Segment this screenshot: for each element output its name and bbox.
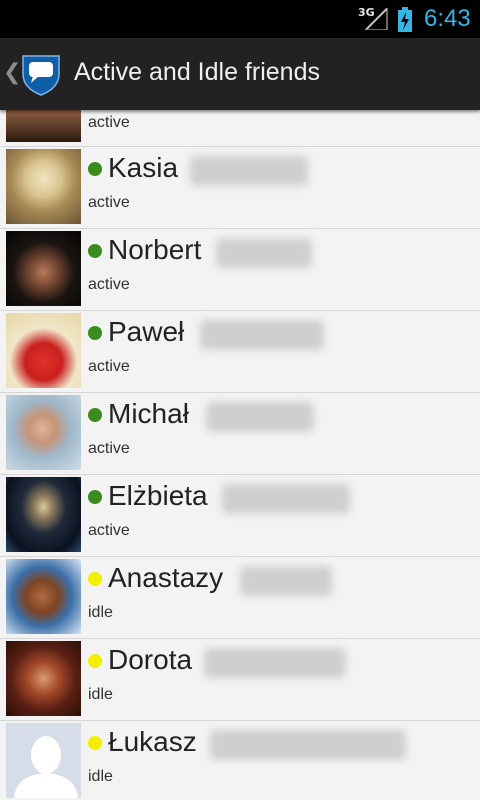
- list-item[interactable]: Kasia active: [0, 146, 480, 229]
- active-dot: [88, 244, 102, 258]
- idle-dot: [88, 572, 102, 586]
- blurred-surname: [204, 648, 346, 678]
- list-item[interactable]: Dorota idle: [0, 638, 480, 721]
- list-item[interactable]: Michał active: [0, 392, 480, 475]
- avatar: [6, 723, 81, 798]
- active-dot: [88, 326, 102, 340]
- avatar: [6, 231, 81, 306]
- avatar: [6, 559, 81, 634]
- friend-status: active: [88, 114, 130, 131]
- blurred-surname: [210, 730, 406, 760]
- list-item[interactable]: Anastazy idle: [0, 556, 480, 639]
- friend-status: active: [88, 194, 130, 211]
- status-bar: 3G 6:43: [0, 0, 480, 38]
- idle-dot: [88, 654, 102, 668]
- avatar: [6, 110, 81, 142]
- friend-status: idle: [88, 686, 113, 703]
- blurred-surname: [200, 320, 324, 350]
- friend-name: Anastazy: [108, 562, 224, 593]
- friend-status: active: [88, 358, 130, 375]
- list-item[interactable]: Elżbieta active: [0, 474, 480, 557]
- active-dot: [88, 162, 102, 176]
- friend-status: active: [88, 276, 130, 293]
- friend-name: Norbert: [108, 234, 202, 265]
- friend-name: Dorota: [108, 644, 193, 675]
- friend-name: Elżbieta: [108, 480, 208, 511]
- friend-status: idle: [88, 768, 113, 785]
- friend-status: idle: [88, 604, 113, 621]
- blurred-surname: [190, 156, 308, 186]
- list-item[interactable]: Paweł active: [0, 310, 480, 393]
- signal-icon: [365, 8, 388, 30]
- avatar: [6, 641, 81, 716]
- list-item[interactable]: active: [0, 110, 480, 147]
- blurred-surname: [206, 402, 314, 432]
- idle-dot: [88, 736, 102, 750]
- avatar: [6, 149, 81, 224]
- friend-name: Kasia: [108, 152, 179, 183]
- default-avatar-icon: [6, 723, 81, 798]
- active-dot: [88, 490, 102, 504]
- friend-name: Paweł: [108, 316, 185, 347]
- chevron-left-icon[interactable]: ❮: [3, 60, 21, 85]
- blurred-surname: [222, 484, 350, 514]
- active-dot: [88, 408, 102, 422]
- chat-shield-logo[interactable]: [20, 52, 62, 96]
- avatar: [6, 313, 81, 388]
- friend-name: Łukasz: [108, 726, 197, 757]
- friend-status: active: [88, 440, 130, 457]
- blurred-surname: [240, 566, 332, 596]
- friends-list[interactable]: active Kasia active Norbert active Paweł…: [0, 110, 480, 800]
- clock: 6:43: [424, 5, 471, 32]
- battery-charging-icon: [398, 7, 412, 32]
- avatar: [6, 477, 81, 552]
- list-item[interactable]: Łukasz idle: [0, 720, 480, 800]
- page-title: Active and Idle friends: [74, 58, 320, 86]
- blurred-surname: [216, 238, 312, 268]
- list-item[interactable]: Norbert active: [0, 228, 480, 311]
- action-bar: ❮ Active and Idle friends: [0, 38, 480, 110]
- friend-status: active: [88, 522, 130, 539]
- friend-name: Michał: [108, 398, 189, 429]
- avatar: [6, 395, 81, 470]
